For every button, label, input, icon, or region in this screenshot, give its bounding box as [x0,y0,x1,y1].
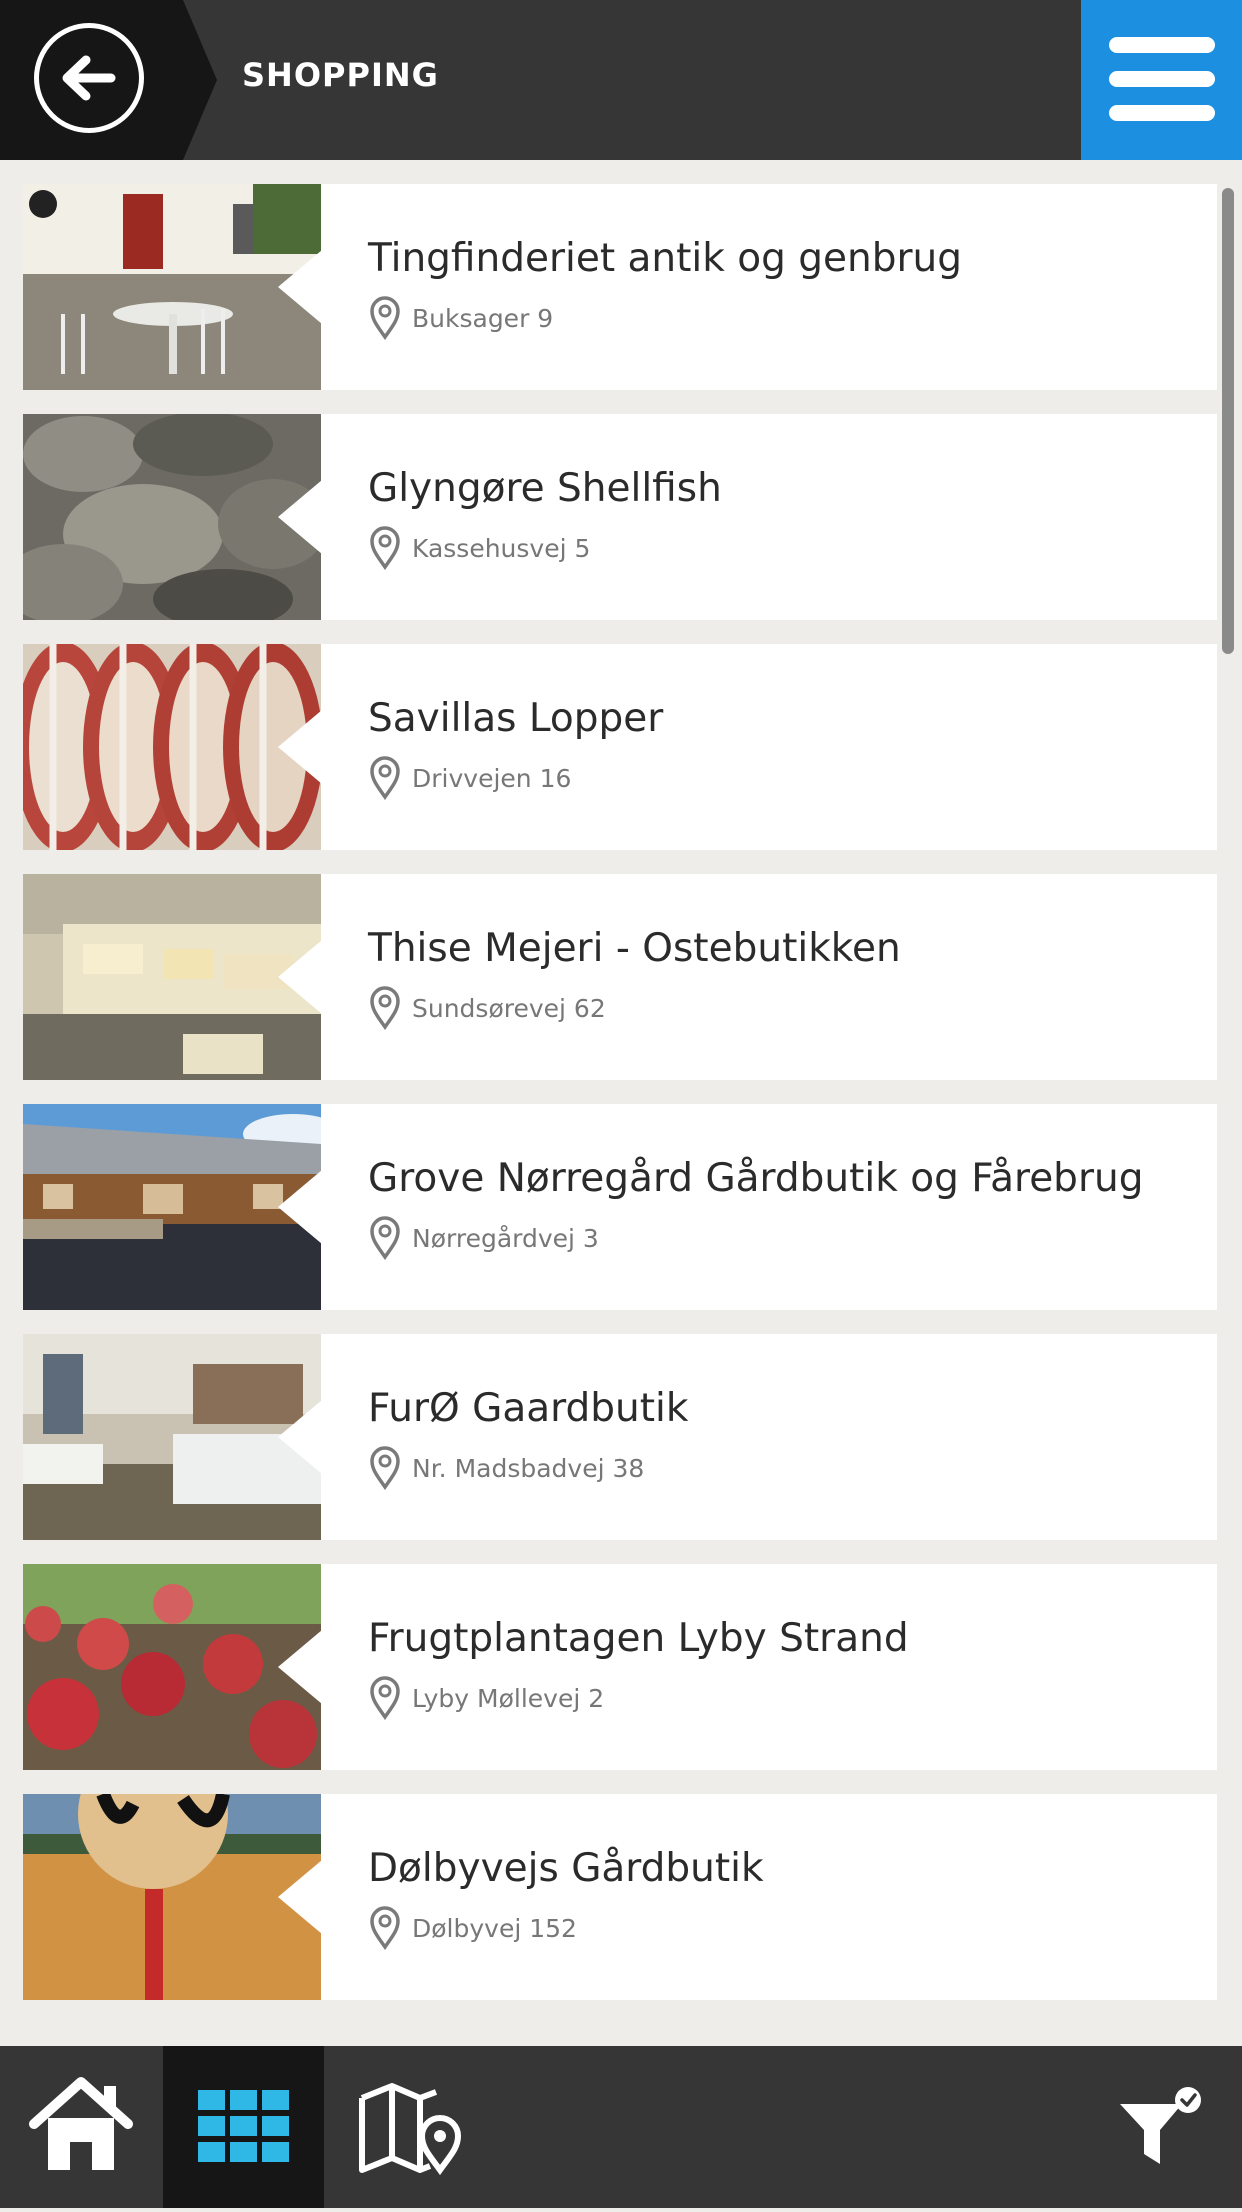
address-text: Kassehusvej 5 [412,534,591,563]
nav-grid-button[interactable] [163,2046,324,2208]
home-icon [29,2077,133,2170]
location-pin-icon [370,1216,400,1260]
address-text: Lyby Møllevej 2 [412,1684,605,1713]
back-button-notch [183,0,217,160]
back-button[interactable] [0,0,183,160]
bottom-nav [0,2046,1242,2208]
location-pin-icon [370,756,400,800]
shop-name: Tingfinderiet antik og genbrug [368,236,962,281]
address-text: Drivvejen 16 [412,764,572,793]
page-title: SHOPPING [242,56,439,94]
location-pin-icon [370,526,400,570]
shop-thumbnail [23,1334,321,1540]
list-item[interactable]: Tingfinderiet antik og genbrug Buksager … [23,184,1217,390]
list-item[interactable]: Grove Nørregård Gårdbutik og Fårebrug Nø… [23,1104,1217,1310]
nav-home-button[interactable] [0,2046,162,2208]
nav-map-button[interactable] [340,2046,480,2208]
address-text: Dølbyvej 152 [412,1914,577,1943]
shop-name: Thise Mejeri - Ostebutikken [368,926,901,971]
address-text: Nr. Madsbadvej 38 [412,1454,645,1483]
shop-thumbnail [23,184,321,390]
shop-thumbnail [23,1104,321,1310]
location-pin-icon [370,1676,400,1720]
map-icon [359,2083,462,2176]
shop-name: Savillas Lopper [368,696,664,741]
location-pin-icon [370,986,400,1030]
shop-name: Grove Nørregård Gårdbutik og Fårebrug [368,1156,1144,1201]
shop-thumbnail [23,1794,321,2000]
back-arrow-icon [34,23,144,133]
list-item[interactable]: Glyngøre Shellfish Kassehusvej 5 [23,414,1217,620]
menu-button[interactable] [1081,0,1242,160]
list-item[interactable]: Dølbyvejs Gårdbutik Dølbyvej 152 [23,1794,1217,2000]
shop-name: FurØ Gaardbutik [368,1386,689,1431]
location-pin-icon [370,1446,400,1490]
address-text: Buksager 9 [412,304,554,333]
shop-name: Glyngøre Shellfish [368,466,722,511]
scrollbar[interactable] [1222,188,1234,654]
address-text: Sundsørevej 62 [412,994,606,1023]
list-item[interactable]: FurØ Gaardbutik Nr. Madsbadvej 38 [23,1334,1217,1540]
filter-icon [1120,2087,1201,2164]
list-item[interactable]: Savillas Lopper Drivvejen 16 [23,644,1217,850]
address-text: Nørregårdvej 3 [412,1224,599,1253]
list-item[interactable]: Frugtplantagen Lyby Strand Lyby Møllevej… [23,1564,1217,1770]
location-pin-icon [370,1906,400,1950]
shop-name: Dølbyvejs Gårdbutik [368,1846,764,1891]
grid-icon [198,2090,289,2162]
top-bar: SHOPPING [0,0,1242,160]
nav-filter-button[interactable] [1100,2046,1242,2208]
list-item[interactable]: Thise Mejeri - Ostebutikken Sundsørevej … [23,874,1217,1080]
location-pin-icon [370,296,400,340]
shop-name: Frugtplantagen Lyby Strand [368,1616,909,1661]
shop-thumbnail [23,414,321,620]
shop-thumbnail [23,874,321,1080]
shop-thumbnail [23,644,321,850]
shop-thumbnail [23,1564,321,1770]
